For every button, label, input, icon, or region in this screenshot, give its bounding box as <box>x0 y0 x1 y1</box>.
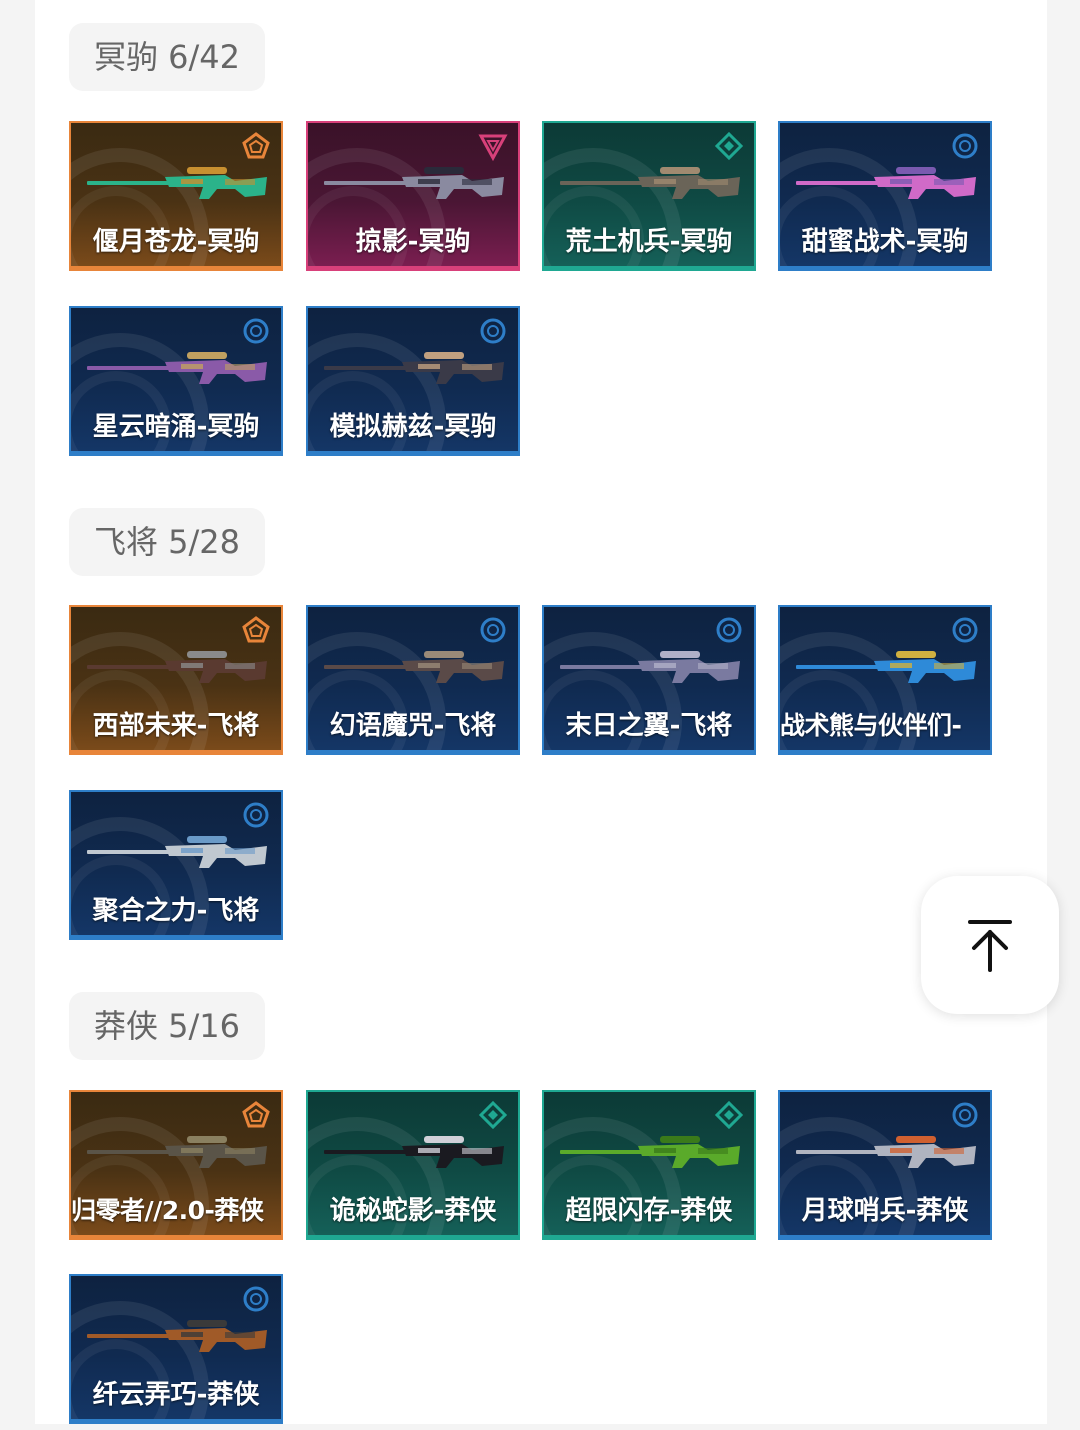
weapon-image <box>85 1124 271 1184</box>
weapon-image <box>558 639 744 699</box>
skin-card[interactable]: 星云暗涌-冥驹 <box>69 306 283 456</box>
section-tag-feijiang: 飞将 5/28 <box>69 508 265 576</box>
skin-name: 模拟赫兹-冥驹 <box>329 412 497 442</box>
skin-name: 幻语魔咒-飞将 <box>329 711 497 741</box>
weapon-image <box>558 155 744 215</box>
arrow-up-to-top-icon <box>968 920 1012 972</box>
skin-name: 战术熊与伙伴们- <box>780 711 962 740</box>
skin-name: 月球哨兵-莽侠 <box>801 1196 969 1226</box>
weapon-image <box>322 340 508 400</box>
weapon-image <box>322 1124 508 1184</box>
weapon-image <box>322 639 508 699</box>
skin-card[interactable]: 甜蜜战术-冥驹 <box>778 121 992 271</box>
skin-name: 甜蜜战术-冥驹 <box>801 227 969 257</box>
skin-name: 纤云弄巧-莽侠 <box>92 1380 260 1410</box>
weapon-image <box>322 155 508 215</box>
skin-card[interactable]: 诡秘蛇影-莽侠 <box>306 1090 520 1240</box>
weapon-image <box>85 155 271 215</box>
skin-card[interactable]: 荒土机兵-冥驹 <box>542 121 756 271</box>
weapon-image <box>85 340 271 400</box>
skin-name: 超限闪存-莽侠 <box>565 1196 733 1226</box>
skin-card[interactable]: 掠影-冥驹 <box>306 121 520 271</box>
skin-card[interactable]: 纤云弄巧-莽侠 <box>69 1274 283 1424</box>
skin-card[interactable]: 偃月苍龙-冥驹 <box>69 121 283 271</box>
skin-card[interactable]: 幻语魔咒-飞将 <box>306 605 520 755</box>
skin-card[interactable]: 聚合之力-飞将 <box>69 790 283 940</box>
skin-card[interactable]: 战术熊与伙伴们- <box>778 605 992 755</box>
skin-name: 掠影-冥驹 <box>355 227 471 257</box>
section-tag-mingju: 冥驹 6/42 <box>69 23 265 91</box>
weapon-image <box>794 639 980 699</box>
section-tag-mangxia: 莽侠 5/16 <box>69 992 265 1060</box>
skin-card[interactable]: 超限闪存-莽侠 <box>542 1090 756 1240</box>
skin-card[interactable]: 西部未来-飞将 <box>69 605 283 755</box>
back-to-top-button[interactable] <box>921 876 1059 1014</box>
skin-card[interactable]: 模拟赫兹-冥驹 <box>306 306 520 456</box>
weapon-image <box>794 1124 980 1184</box>
weapon-image <box>558 1124 744 1184</box>
skin-name: 诡秘蛇影-莽侠 <box>329 1196 497 1226</box>
skin-name: 末日之翼-飞将 <box>565 711 733 741</box>
skin-name: 聚合之力-飞将 <box>92 896 260 926</box>
skin-collection-page: 冥驹 6/42 偃月苍龙-冥驹 掠影-冥驹 荒土机兵-冥驹 甜蜜战术-冥驹 星云… <box>35 0 1047 1424</box>
weapon-image <box>794 155 980 215</box>
skin-card[interactable]: 月球哨兵-莽侠 <box>778 1090 992 1240</box>
weapon-image <box>85 824 271 884</box>
skin-card[interactable]: 归零者//2.0-莽侠 <box>69 1090 283 1240</box>
skin-name: 归零者//2.0-莽侠 <box>71 1196 264 1225</box>
skin-name: 西部未来-飞将 <box>92 711 260 741</box>
skin-name: 荒土机兵-冥驹 <box>565 227 733 257</box>
skin-name: 星云暗涌-冥驹 <box>92 412 260 442</box>
skin-card[interactable]: 末日之翼-飞将 <box>542 605 756 755</box>
skin-name: 偃月苍龙-冥驹 <box>92 227 260 257</box>
weapon-image <box>85 1308 271 1368</box>
weapon-image <box>85 639 271 699</box>
